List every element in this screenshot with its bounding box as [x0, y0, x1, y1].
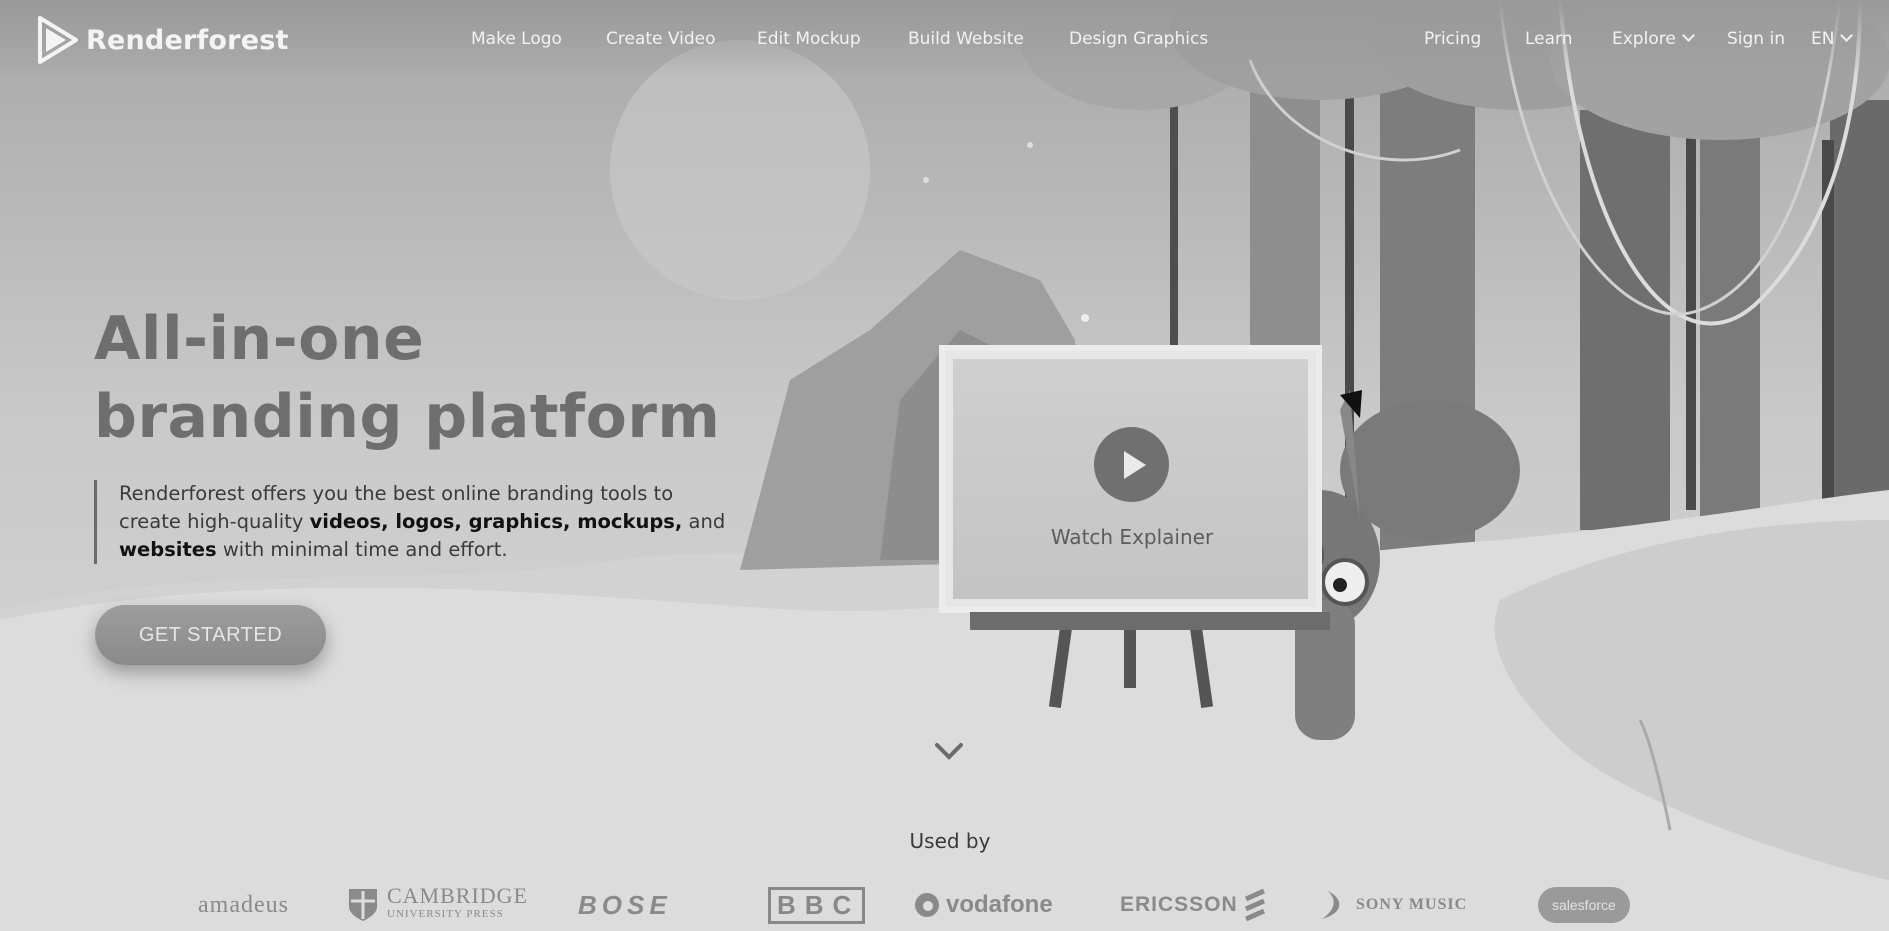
- nav-learn[interactable]: Learn: [1525, 29, 1573, 49]
- brand-name: Renderforest: [86, 24, 289, 56]
- nav-edit-mockup[interactable]: Edit Mockup: [757, 29, 861, 49]
- play-icon: [1124, 451, 1146, 479]
- brand-logo[interactable]: Renderforest: [38, 16, 289, 64]
- bbc-logo-text: BBC: [768, 886, 866, 924]
- salesforce-logo-text: salesforce: [1538, 887, 1630, 923]
- nav-design-graphics[interactable]: Design Graphics: [1069, 29, 1208, 49]
- nav-pricing[interactable]: Pricing: [1424, 29, 1481, 49]
- headline-line-1: All-in-one: [94, 304, 425, 374]
- sony-music-logo-text: SONY MUSIC: [1356, 896, 1468, 913]
- cambridge-shield-icon: [349, 889, 377, 921]
- ericsson-logo: ERICSSON: [1120, 880, 1266, 930]
- nav-explore-label: Explore: [1612, 29, 1676, 49]
- headline-line-2: branding platform: [94, 382, 721, 452]
- vodafone-logo-text: vodafone: [946, 891, 1053, 918]
- nav-signin[interactable]: Sign in: [1727, 29, 1785, 49]
- client-logos: amadeus CAMBRIDGE UNIVERSITY PRESS BOSE …: [0, 880, 1889, 930]
- amadeus-logo-text: amadeus: [198, 891, 289, 918]
- top-nav: Renderforest Make Logo Create Video Edit…: [0, 0, 1889, 80]
- cambridge-logo: CAMBRIDGE UNIVERSITY PRESS: [347, 880, 528, 930]
- chevron-down-icon: [1681, 29, 1695, 42]
- vodafone-logo: vodafone: [914, 880, 1053, 930]
- nav-create-video[interactable]: Create Video: [606, 29, 716, 49]
- language-label: EN: [1811, 29, 1835, 49]
- get-started-button[interactable]: GET STARTED: [95, 605, 326, 665]
- hero-headline: All-in-one branding platform: [94, 300, 720, 456]
- chevron-down-icon: [1840, 29, 1854, 42]
- vodafone-speechmark-icon: [915, 893, 939, 917]
- hero-description: Renderforest offers you the best online …: [94, 480, 729, 564]
- desc-bold-1: videos, logos, graphics, mockups,: [309, 510, 683, 533]
- bose-logo: BOSE: [578, 880, 672, 930]
- cambridge-logo-text: CAMBRIDGE: [387, 883, 529, 908]
- renderforest-logo-icon: [38, 16, 78, 64]
- desc-text-2: and: [682, 510, 726, 533]
- amadeus-logo: amadeus: [198, 880, 289, 930]
- bose-logo-text: BOSE: [578, 889, 672, 920]
- desc-text-3: with minimal time and effort.: [216, 538, 508, 561]
- watch-explainer-link[interactable]: Watch Explainer: [1048, 525, 1216, 549]
- sony-music-icon: [1322, 891, 1340, 919]
- nav-make-logo[interactable]: Make Logo: [471, 29, 562, 49]
- ericsson-logo-text: ERICSSON: [1120, 893, 1238, 916]
- easel-bar: [970, 612, 1330, 630]
- play-button[interactable]: [1094, 427, 1169, 502]
- bbc-logo: BBC: [768, 880, 866, 930]
- language-selector[interactable]: EN: [1811, 29, 1854, 49]
- used-by-label: Used by: [909, 829, 991, 853]
- sony-music-logo: SONY MUSIC: [1318, 880, 1467, 930]
- nav-explore[interactable]: Explore: [1612, 29, 1695, 49]
- scroll-down-chevron-icon[interactable]: [934, 736, 964, 766]
- salesforce-logo: salesforce: [1538, 880, 1630, 930]
- ericsson-stripes-icon: [1244, 889, 1265, 921]
- desc-bold-2: websites: [119, 538, 217, 561]
- nav-build-website[interactable]: Build Website: [908, 29, 1024, 49]
- cambridge-press-text: UNIVERSITY PRESS: [387, 908, 504, 920]
